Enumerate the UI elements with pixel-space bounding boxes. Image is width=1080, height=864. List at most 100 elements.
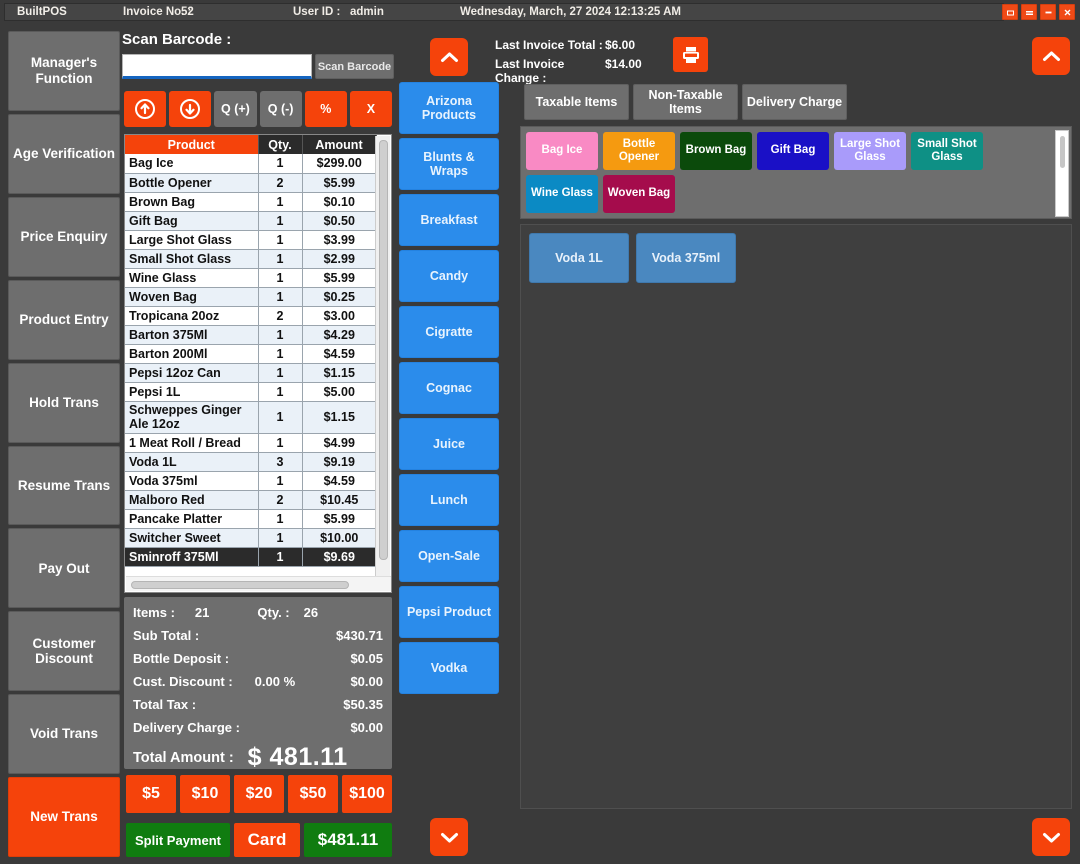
minimize-button[interactable]	[1021, 4, 1037, 20]
sidebar-item-age-verification[interactable]: Age Verification	[8, 113, 120, 194]
quick-cash-button-5[interactable]: $5	[126, 775, 176, 813]
cash-payment-button[interactable]: $481.11	[304, 823, 392, 857]
tiles-vertical-scroll-thumb[interactable]	[1060, 136, 1065, 168]
qty-down-button[interactable]	[169, 91, 212, 127]
table-row[interactable]: Voda 1L 3 $9.19	[125, 452, 376, 472]
main-product-panel: Voda 1L Voda 375ml	[520, 224, 1072, 809]
sidebar-item-void-trans[interactable]: Void Trans	[8, 694, 120, 775]
cart-cell-product: Gift Bag	[125, 211, 259, 231]
print-receipt-button[interactable]	[673, 37, 708, 72]
quantity-minus-button[interactable]: Q (-)	[259, 91, 302, 127]
category-scroll-down-button[interactable]	[430, 818, 468, 856]
table-row[interactable]: Wine Glass 1 $5.99	[125, 268, 376, 288]
sidebar-item-manager-s-function[interactable]: Manager's Function	[8, 31, 120, 111]
card-payment-button[interactable]: Card	[234, 823, 300, 857]
cart-cell-product: Woven Bag	[125, 287, 259, 307]
table-row[interactable]: Voda 375ml 1 $4.59	[125, 471, 376, 491]
main-products-scroll-down-button[interactable]	[1032, 818, 1070, 856]
quick-tile-small-shot-glass[interactable]: Small Shot Glass	[911, 132, 983, 170]
totals-row-bottle-deposit: Bottle Deposit : $0.05	[133, 651, 383, 666]
quantity-plus-button[interactable]: Q (+)	[214, 91, 257, 127]
tax-label: Total Tax :	[133, 697, 197, 712]
tool-button-label: Q (+)	[221, 102, 250, 116]
quick-cash-button-20[interactable]: $20	[234, 775, 284, 813]
cart-horizontal-scrollbar[interactable]	[126, 576, 391, 591]
category-button-cognac[interactable]: Cognac	[399, 362, 499, 414]
qty-up-button[interactable]	[124, 91, 167, 127]
quick-tile-bag-ice[interactable]: Bag Ice	[526, 132, 598, 170]
category-button-lunch[interactable]: Lunch	[399, 474, 499, 526]
quick-cash-button-50[interactable]: $50	[288, 775, 338, 813]
quick-tile-gift-bag[interactable]: Gift Bag	[757, 132, 829, 170]
table-row[interactable]: Sminroff 375Ml 1 $9.69	[125, 547, 376, 567]
table-row[interactable]: Small Shot Glass 1 $2.99	[125, 249, 376, 269]
quick-tile-bottle-opener[interactable]: Bottle Opener	[603, 132, 675, 170]
table-row[interactable]: Switcher Sweet 1 $10.00	[125, 528, 376, 548]
sidebar-item-hold-trans[interactable]: Hold Trans	[8, 362, 120, 443]
maximize-button[interactable]	[1040, 4, 1056, 20]
quick-tile-wine-glass[interactable]: Wine Glass	[526, 175, 598, 213]
cart-cell-amount: $5.99	[302, 268, 376, 288]
quick-product-tiles-panel: Bag Ice Bottle Opener Brown Bag Gift Bag Lar…	[520, 126, 1072, 219]
product-tile-voda-375ml[interactable]: Voda 375ml	[636, 233, 736, 283]
cart-horizontal-scroll-thumb[interactable]	[131, 581, 349, 589]
category-button-cigratte[interactable]: Cigratte	[399, 306, 499, 358]
table-row[interactable]: Bag Ice 1 $299.00	[125, 154, 376, 174]
tool-button-label: Q (-)	[267, 102, 294, 116]
restore-button[interactable]	[1002, 4, 1018, 20]
tab-delivery-charge[interactable]: Delivery Charge	[742, 84, 847, 120]
sidebar-item-pay-out[interactable]: Pay Out	[8, 528, 120, 609]
table-row[interactable]: Schweppes Ginger Ale 12oz 1 $1.15	[125, 401, 376, 434]
tab-non-taxable-items[interactable]: Non-Taxable Items	[633, 84, 738, 120]
sidebar-item-product-entry[interactable]: Product Entry	[8, 279, 120, 360]
category-scroll-up-button[interactable]	[430, 38, 468, 76]
table-row[interactable]: Bottle Opener 2 $5.99	[125, 173, 376, 193]
table-row[interactable]: Brown Bag 1 $0.10	[125, 192, 376, 212]
scan-barcode-button[interactable]: Scan Barcode	[315, 54, 394, 79]
sidebar-item-customer-discount[interactable]: Customer Discount	[8, 611, 120, 692]
sidebar-item-new-trans[interactable]: New Trans	[8, 777, 120, 858]
table-row[interactable]: Tropicana 20oz 2 $3.00	[125, 306, 376, 326]
category-button-pepsi-product[interactable]: Pepsi Product	[399, 586, 499, 638]
sidebar-item-resume-trans[interactable]: Resume Trans	[8, 445, 120, 526]
category-button-blunts-wraps[interactable]: Blunts & Wraps	[399, 138, 499, 190]
cart-vertical-scroll-thumb[interactable]	[379, 140, 388, 560]
table-row[interactable]: Woven Bag 1 $0.25	[125, 287, 376, 307]
table-row[interactable]: Barton 200Ml 1 $4.59	[125, 344, 376, 364]
table-row[interactable]: 1 Meat Roll / Bread 1 $4.99	[125, 433, 376, 453]
quick-cash-button-100[interactable]: $100	[342, 775, 392, 813]
cart-tool-buttons: Q (+) Q (-)% X	[124, 91, 393, 127]
product-tile-voda-1l[interactable]: Voda 1L	[529, 233, 629, 283]
category-button-candy[interactable]: Candy	[399, 250, 499, 302]
table-row[interactable]: Pancake Platter 1 $5.99	[125, 509, 376, 529]
tiles-vertical-scrollbar[interactable]	[1055, 130, 1069, 217]
category-button-arizona-products[interactable]: Arizona Products	[399, 82, 499, 134]
category-button-vodka[interactable]: Vodka	[399, 642, 499, 694]
table-row[interactable]: Pepsi 1L 1 $5.00	[125, 382, 376, 402]
table-row[interactable]: Large Shot Glass 1 $3.99	[125, 230, 376, 250]
discount-percent-button[interactable]: %	[304, 91, 347, 127]
cart-cell-amount: $1.15	[302, 401, 376, 434]
table-row[interactable]: Gift Bag 1 $0.50	[125, 211, 376, 231]
table-row[interactable]: Malboro Red 2 $10.45	[125, 490, 376, 510]
table-row[interactable]: Pepsi 12oz Can 1 $1.15	[125, 363, 376, 383]
totals-row-total-amount: Total Amount : $ 481.11	[133, 743, 383, 772]
cart-cell-qty: 1	[258, 363, 303, 383]
barcode-input[interactable]	[122, 54, 312, 79]
quick-tile-large-shot-glass[interactable]: Large Shot Glass	[834, 132, 906, 170]
cart-vertical-scrollbar[interactable]	[375, 136, 390, 576]
sidebar-item-price-enquiry[interactable]: Price Enquiry	[8, 196, 120, 277]
category-button-open-sale[interactable]: Open-Sale	[399, 530, 499, 582]
delete-line-button[interactable]: X	[349, 91, 393, 127]
close-button[interactable]	[1059, 4, 1075, 20]
category-button-juice[interactable]: Juice	[399, 418, 499, 470]
quick-tile-woven-bag[interactable]: Woven Bag	[603, 175, 675, 213]
category-button-breakfast[interactable]: Breakfast	[399, 194, 499, 246]
quick-tile-brown-bag[interactable]: Brown Bag	[680, 132, 752, 170]
tab-taxable-items[interactable]: Taxable Items	[524, 84, 629, 120]
products-scroll-up-button[interactable]	[1032, 37, 1070, 75]
split-payment-button[interactable]: Split Payment	[126, 823, 230, 857]
table-row[interactable]: Barton 375Ml 1 $4.29	[125, 325, 376, 345]
quick-cash-button-10[interactable]: $10	[180, 775, 230, 813]
cart-cell-qty: 1	[258, 433, 303, 453]
